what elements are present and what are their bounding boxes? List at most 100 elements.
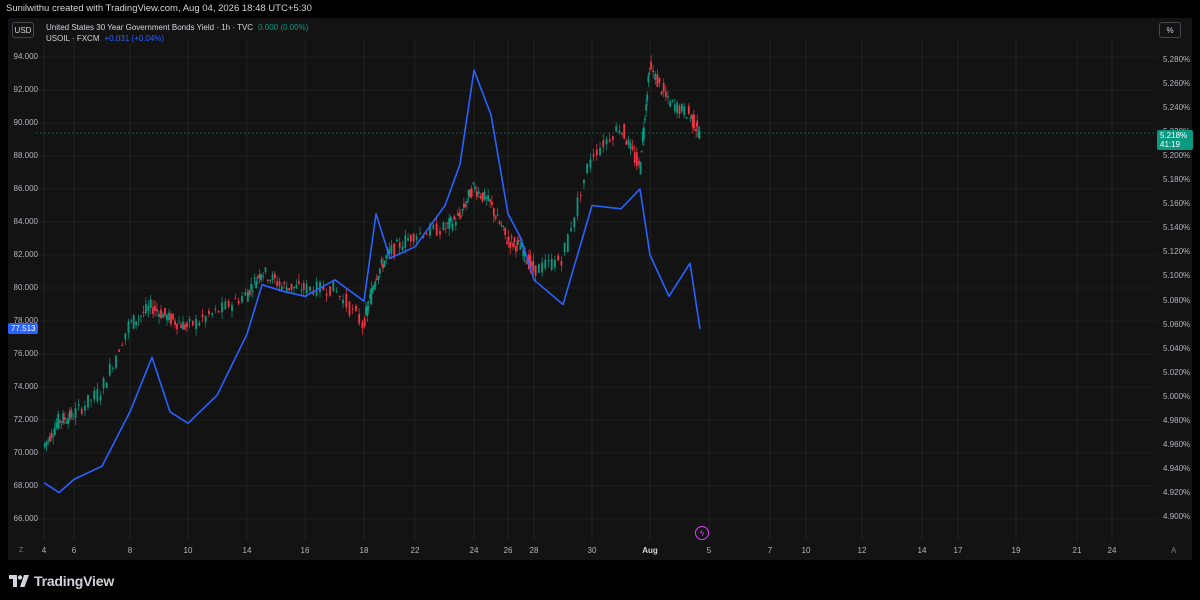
candle-body: [130, 320, 133, 322]
candle-body: [432, 224, 435, 229]
candle-body: [491, 201, 493, 206]
candle-body: [602, 140, 605, 148]
candle-body: [683, 106, 686, 116]
candle-body: [283, 282, 286, 284]
candle-body: [361, 322, 364, 329]
tradingview-logo[interactable]: TradingView: [9, 573, 114, 589]
time-tick-label: 5: [706, 546, 712, 555]
candle-body: [262, 275, 265, 277]
time-tick-label: 18: [359, 546, 369, 555]
candle-body: [638, 160, 640, 165]
candle-body: [496, 214, 499, 217]
candle-body: [477, 191, 480, 195]
right-tick-label: 4.960%: [1163, 439, 1191, 449]
candle-body: [52, 436, 55, 438]
main-symbol-name[interactable]: United States 30 Year Government Bonds Y…: [46, 22, 253, 33]
candle-body: [393, 243, 396, 256]
candle-body: [451, 223, 454, 230]
candle-body: [464, 204, 467, 207]
candle-body: [439, 230, 441, 235]
percent-scale-button[interactable]: %: [1159, 22, 1181, 38]
candle-body: [127, 321, 130, 333]
candle-body: [248, 290, 251, 295]
candle-body: [111, 367, 114, 369]
candle-body: [698, 130, 701, 139]
currency-unit-button[interactable]: USD: [12, 22, 34, 38]
candle-body: [176, 323, 178, 330]
candle-body: [385, 255, 388, 259]
left-tick-label: 88.000: [13, 151, 38, 160]
candle-body: [563, 242, 566, 253]
candle-body: [72, 418, 75, 420]
time-tick-label: 28: [529, 546, 539, 555]
candle-body: [415, 236, 418, 240]
candle-body: [589, 159, 592, 168]
candle-body: [224, 301, 227, 310]
candle-body: [583, 179, 585, 184]
candle-body: [377, 276, 380, 280]
right-tick-label: 5.120%: [1163, 247, 1191, 257]
candle-body: [660, 91, 663, 95]
candle-body: [537, 264, 540, 273]
right-tick-label: 5.140%: [1163, 223, 1191, 233]
candle-body: [260, 274, 263, 281]
candle-body: [351, 308, 354, 310]
candle-body: [544, 259, 547, 269]
bar-countdown: 41:19: [1160, 140, 1181, 149]
chart-legend: United States 30 Year Government Bonds Y…: [46, 22, 308, 44]
candle-body: [147, 305, 150, 311]
candle-body: [534, 265, 537, 276]
candle-body: [467, 190, 470, 197]
candle-body: [156, 309, 158, 312]
time-tick-label: 8: [127, 546, 133, 555]
chart-plot[interactable]: [0, 0, 1200, 600]
candle-body: [462, 203, 465, 208]
candle-body: [214, 309, 217, 311]
candle-body: [57, 413, 60, 429]
zoom-icon[interactable]: Z: [19, 547, 23, 554]
right-tick-label: 5.080%: [1163, 295, 1191, 305]
candle-body: [118, 349, 121, 352]
candle-body: [68, 410, 71, 419]
time-tick-label: 14: [917, 546, 927, 555]
auto-scale-icon[interactable]: A: [1171, 546, 1176, 555]
candle-body: [149, 299, 152, 308]
candle-body: [435, 223, 438, 236]
grid-lines: [36, 40, 1156, 540]
candle-body: [234, 297, 237, 299]
right-tick-label: 5.040%: [1163, 343, 1191, 353]
candle-body: [652, 70, 655, 73]
candle-body: [264, 267, 267, 272]
candle-body: [631, 146, 634, 150]
candle-body: [217, 310, 220, 313]
candle-body: [453, 216, 456, 220]
candle-body: [605, 138, 608, 145]
candle-body: [67, 418, 70, 424]
yield-candles: [43, 55, 701, 452]
candle-body: [70, 410, 73, 417]
candle-body: [469, 189, 472, 198]
candle-body: [290, 283, 293, 290]
usoil-points: [43, 70, 701, 493]
candle-body: [623, 124, 626, 139]
overlay-symbol-name[interactable]: USOIL · FXCM: [46, 33, 99, 44]
candle-body: [297, 280, 300, 284]
flash-icon[interactable]: ϟ: [695, 526, 709, 540]
candle-body: [204, 316, 207, 323]
left-tick-label: 94.000: [13, 52, 38, 61]
candle-body: [288, 288, 291, 291]
candle-body: [557, 255, 560, 261]
candle-body: [256, 276, 259, 278]
candle-body: [678, 106, 681, 115]
candle-body: [309, 286, 311, 291]
candle-body: [449, 216, 452, 222]
candle-body: [191, 321, 194, 326]
candle-body: [662, 83, 665, 92]
candle-body: [566, 234, 569, 253]
time-tick-label: Aug: [642, 546, 658, 555]
candle-body: [332, 281, 335, 292]
candle-body: [454, 221, 457, 226]
current-oil-tag: 77.513: [8, 323, 39, 334]
candle-body: [507, 236, 510, 242]
candle-body: [102, 378, 105, 389]
